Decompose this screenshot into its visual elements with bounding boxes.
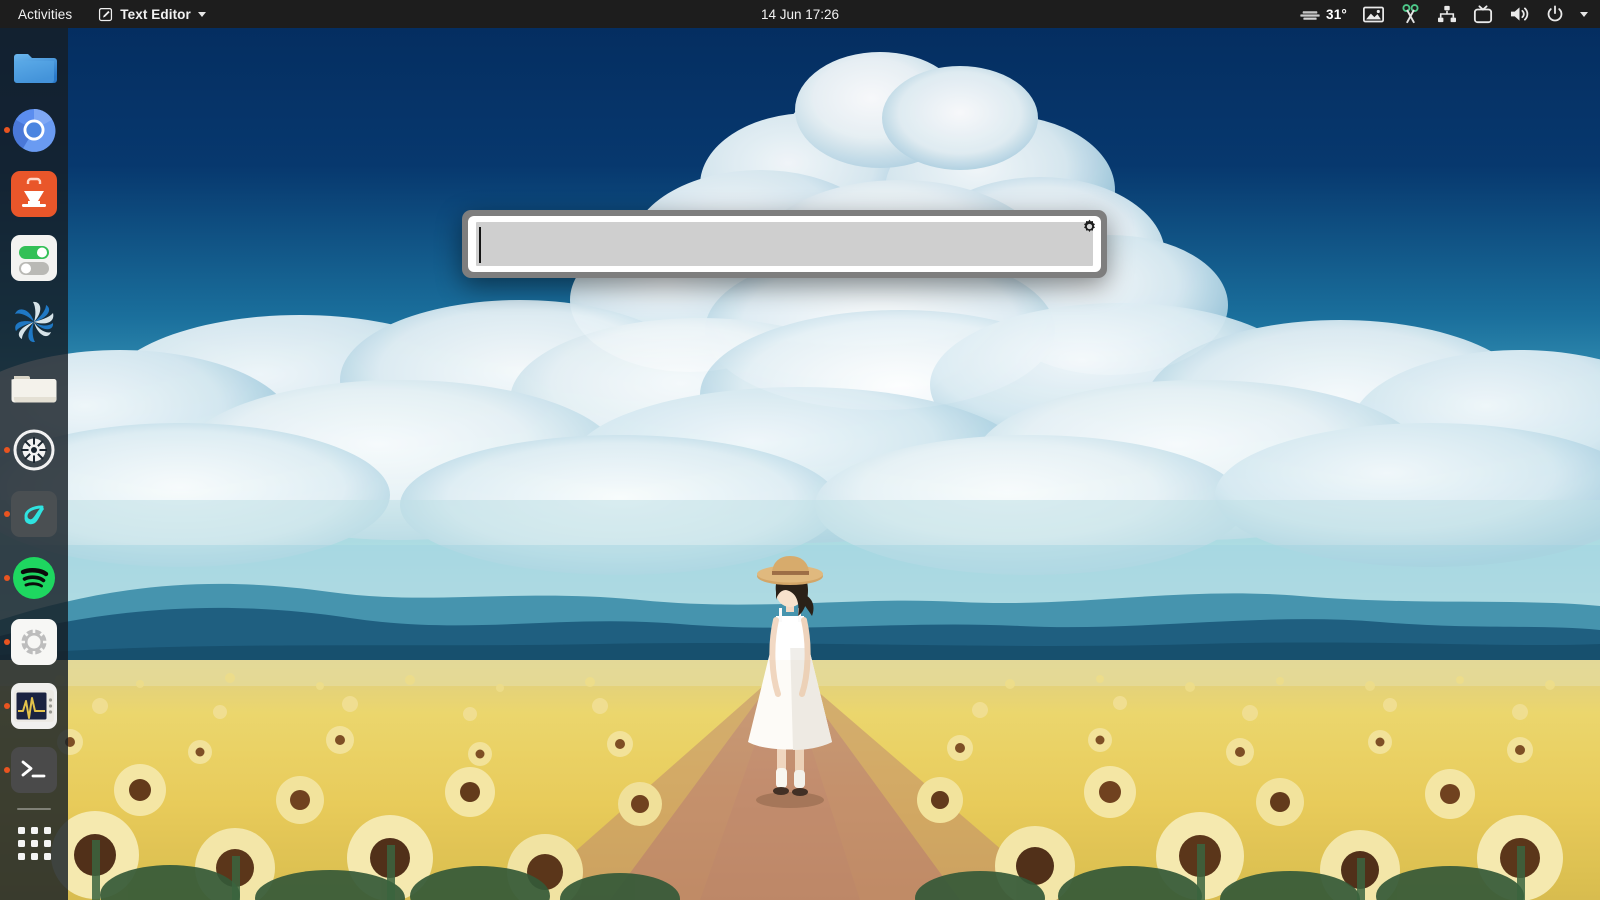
dock-item-gear-white[interactable] — [0, 610, 68, 674]
clock-label: 14 Jun 17:26 — [760, 6, 840, 22]
toggles-icon — [11, 235, 57, 281]
cloud-icon — [1299, 7, 1321, 22]
screenshot-indicator-icon[interactable] — [1363, 0, 1384, 28]
clock-button[interactable]: 14 Jun 17:26 — [753, 5, 847, 24]
network-indicator-icon[interactable] — [1437, 0, 1457, 28]
activities-label: Activities — [18, 6, 73, 22]
dock-separator — [17, 808, 51, 810]
terminal-prompt-icon — [11, 747, 57, 793]
system-tray: 31° — [1299, 0, 1600, 28]
dock-item-files-blue[interactable] — [0, 34, 68, 98]
running-indicator — [4, 767, 10, 773]
desktop-wallpaper — [0, 0, 1600, 900]
running-indicator — [4, 127, 10, 133]
dock-item-spotify[interactable] — [0, 546, 68, 610]
tray-menu-caret-icon[interactable] — [1580, 0, 1588, 28]
software-bag-icon — [11, 171, 57, 217]
running-indicator — [4, 703, 10, 709]
text-editor-icon — [98, 7, 113, 22]
text-cursor — [479, 227, 481, 263]
show-applications-button[interactable] — [0, 814, 68, 872]
topbar-left-group: Activities Text Editor — [0, 5, 212, 24]
running-indicator — [4, 511, 10, 517]
dock-item-chromium[interactable] — [0, 98, 68, 162]
dock-item-ubuntu-software[interactable] — [0, 162, 68, 226]
waveform-monitor-icon — [11, 683, 57, 729]
text-entry-dialog — [462, 210, 1107, 278]
chromium-icon — [11, 107, 57, 153]
dock-item-system-monitor[interactable] — [0, 674, 68, 738]
blue-folder-icon — [11, 43, 57, 89]
dialog-inner-frame — [468, 216, 1101, 272]
app-menu-button[interactable]: Text Editor — [92, 5, 212, 24]
gray-gear-icon — [11, 619, 57, 665]
scissors-indicator-icon[interactable] — [1400, 0, 1421, 28]
gear-circle-icon — [11, 427, 57, 473]
dialog-settings-gear-icon[interactable] — [1079, 216, 1099, 236]
chevron-down-icon — [197, 11, 206, 17]
alpha-symbol-icon — [11, 491, 57, 537]
gnome-top-bar: Activities Text Editor 14 Jun 17:26 31° — [0, 0, 1600, 28]
dock-item-terminal[interactable] — [0, 738, 68, 802]
running-indicator — [4, 575, 10, 581]
weather-indicator[interactable]: 31° — [1299, 0, 1347, 28]
cream-folder-icon — [11, 363, 57, 409]
temperature-label: 31° — [1325, 6, 1347, 22]
dock-item-alpha[interactable] — [0, 482, 68, 546]
spotify-icon — [11, 555, 57, 601]
dock-item-gear-app[interactable] — [0, 418, 68, 482]
volume-indicator-icon[interactable] — [1509, 0, 1530, 28]
dock-item-settings-toggle[interactable] — [0, 226, 68, 290]
running-indicator — [4, 447, 10, 453]
dock-item-file-manager[interactable] — [0, 354, 68, 418]
ubuntu-dock — [0, 28, 68, 900]
display-indicator-icon[interactable] — [1473, 0, 1493, 28]
dock-item-shutter[interactable] — [0, 290, 68, 354]
text-input-field[interactable] — [476, 222, 1093, 266]
blue-aperture-icon — [11, 299, 57, 345]
running-indicator — [4, 639, 10, 645]
power-indicator-icon[interactable] — [1546, 0, 1564, 28]
apps-grid-icon — [17, 826, 51, 860]
activities-button[interactable]: Activities — [12, 5, 78, 24]
app-menu-label: Text Editor — [120, 6, 191, 22]
